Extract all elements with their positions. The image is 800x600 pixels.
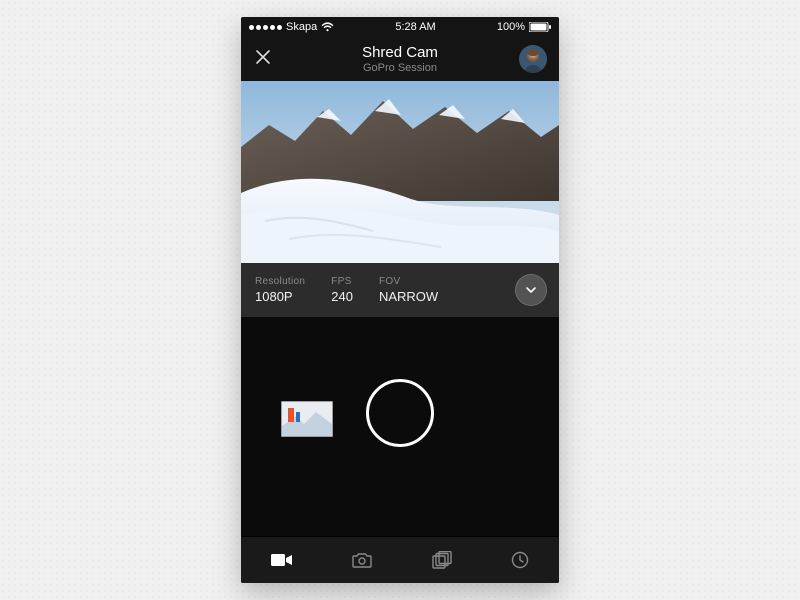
page-subtitle: GoPro Session	[362, 62, 438, 74]
resolution-value: 1080P	[255, 289, 305, 304]
status-bar: Skapa 5:28 AM 100%	[241, 17, 559, 37]
nav-bar: Shred Cam GoPro Session	[241, 37, 559, 81]
video-icon	[271, 552, 293, 568]
wifi-icon	[321, 22, 334, 32]
battery-percent: 100%	[497, 21, 525, 33]
close-icon[interactable]	[253, 47, 273, 72]
capture-area	[241, 317, 559, 536]
shutter-button[interactable]	[366, 379, 434, 447]
fps-label: FPS	[331, 276, 353, 287]
chevron-down-icon	[524, 283, 538, 297]
carrier-label: Skapa	[286, 21, 317, 33]
tab-video[interactable]	[271, 552, 293, 568]
stack-icon	[432, 551, 452, 569]
fov-value: NARROW	[379, 289, 438, 304]
tab-timelapse[interactable]	[511, 551, 529, 569]
battery-icon	[529, 22, 551, 32]
tab-photo[interactable]	[352, 552, 372, 568]
capture-settings-bar: Resolution 1080P FPS 240 FOV NARROW	[241, 263, 559, 317]
last-clip-thumbnail[interactable]	[281, 401, 333, 437]
fps-value: 240	[331, 289, 353, 304]
resolution-label: Resolution	[255, 276, 305, 287]
expand-settings-button[interactable]	[515, 274, 547, 306]
resolution-setting[interactable]: Resolution 1080P	[255, 276, 305, 304]
fps-setting[interactable]: FPS 240	[331, 276, 353, 304]
page-title: Shred Cam	[362, 45, 438, 60]
tab-bar	[241, 536, 559, 583]
fov-setting[interactable]: FOV NARROW	[379, 276, 438, 304]
avatar[interactable]	[519, 45, 547, 73]
phone-frame: Skapa 5:28 AM 100% Shred Cam GoPro Sessi…	[241, 17, 559, 583]
clock: 5:28 AM	[395, 21, 435, 33]
signal-dots-icon	[249, 25, 282, 30]
tab-burst[interactable]	[432, 551, 452, 569]
camera-icon	[352, 552, 372, 568]
clock-icon	[511, 551, 529, 569]
camera-preview	[241, 81, 559, 263]
fov-label: FOV	[379, 276, 438, 287]
stage: Skapa 5:28 AM 100% Shred Cam GoPro Sessi…	[0, 0, 800, 600]
